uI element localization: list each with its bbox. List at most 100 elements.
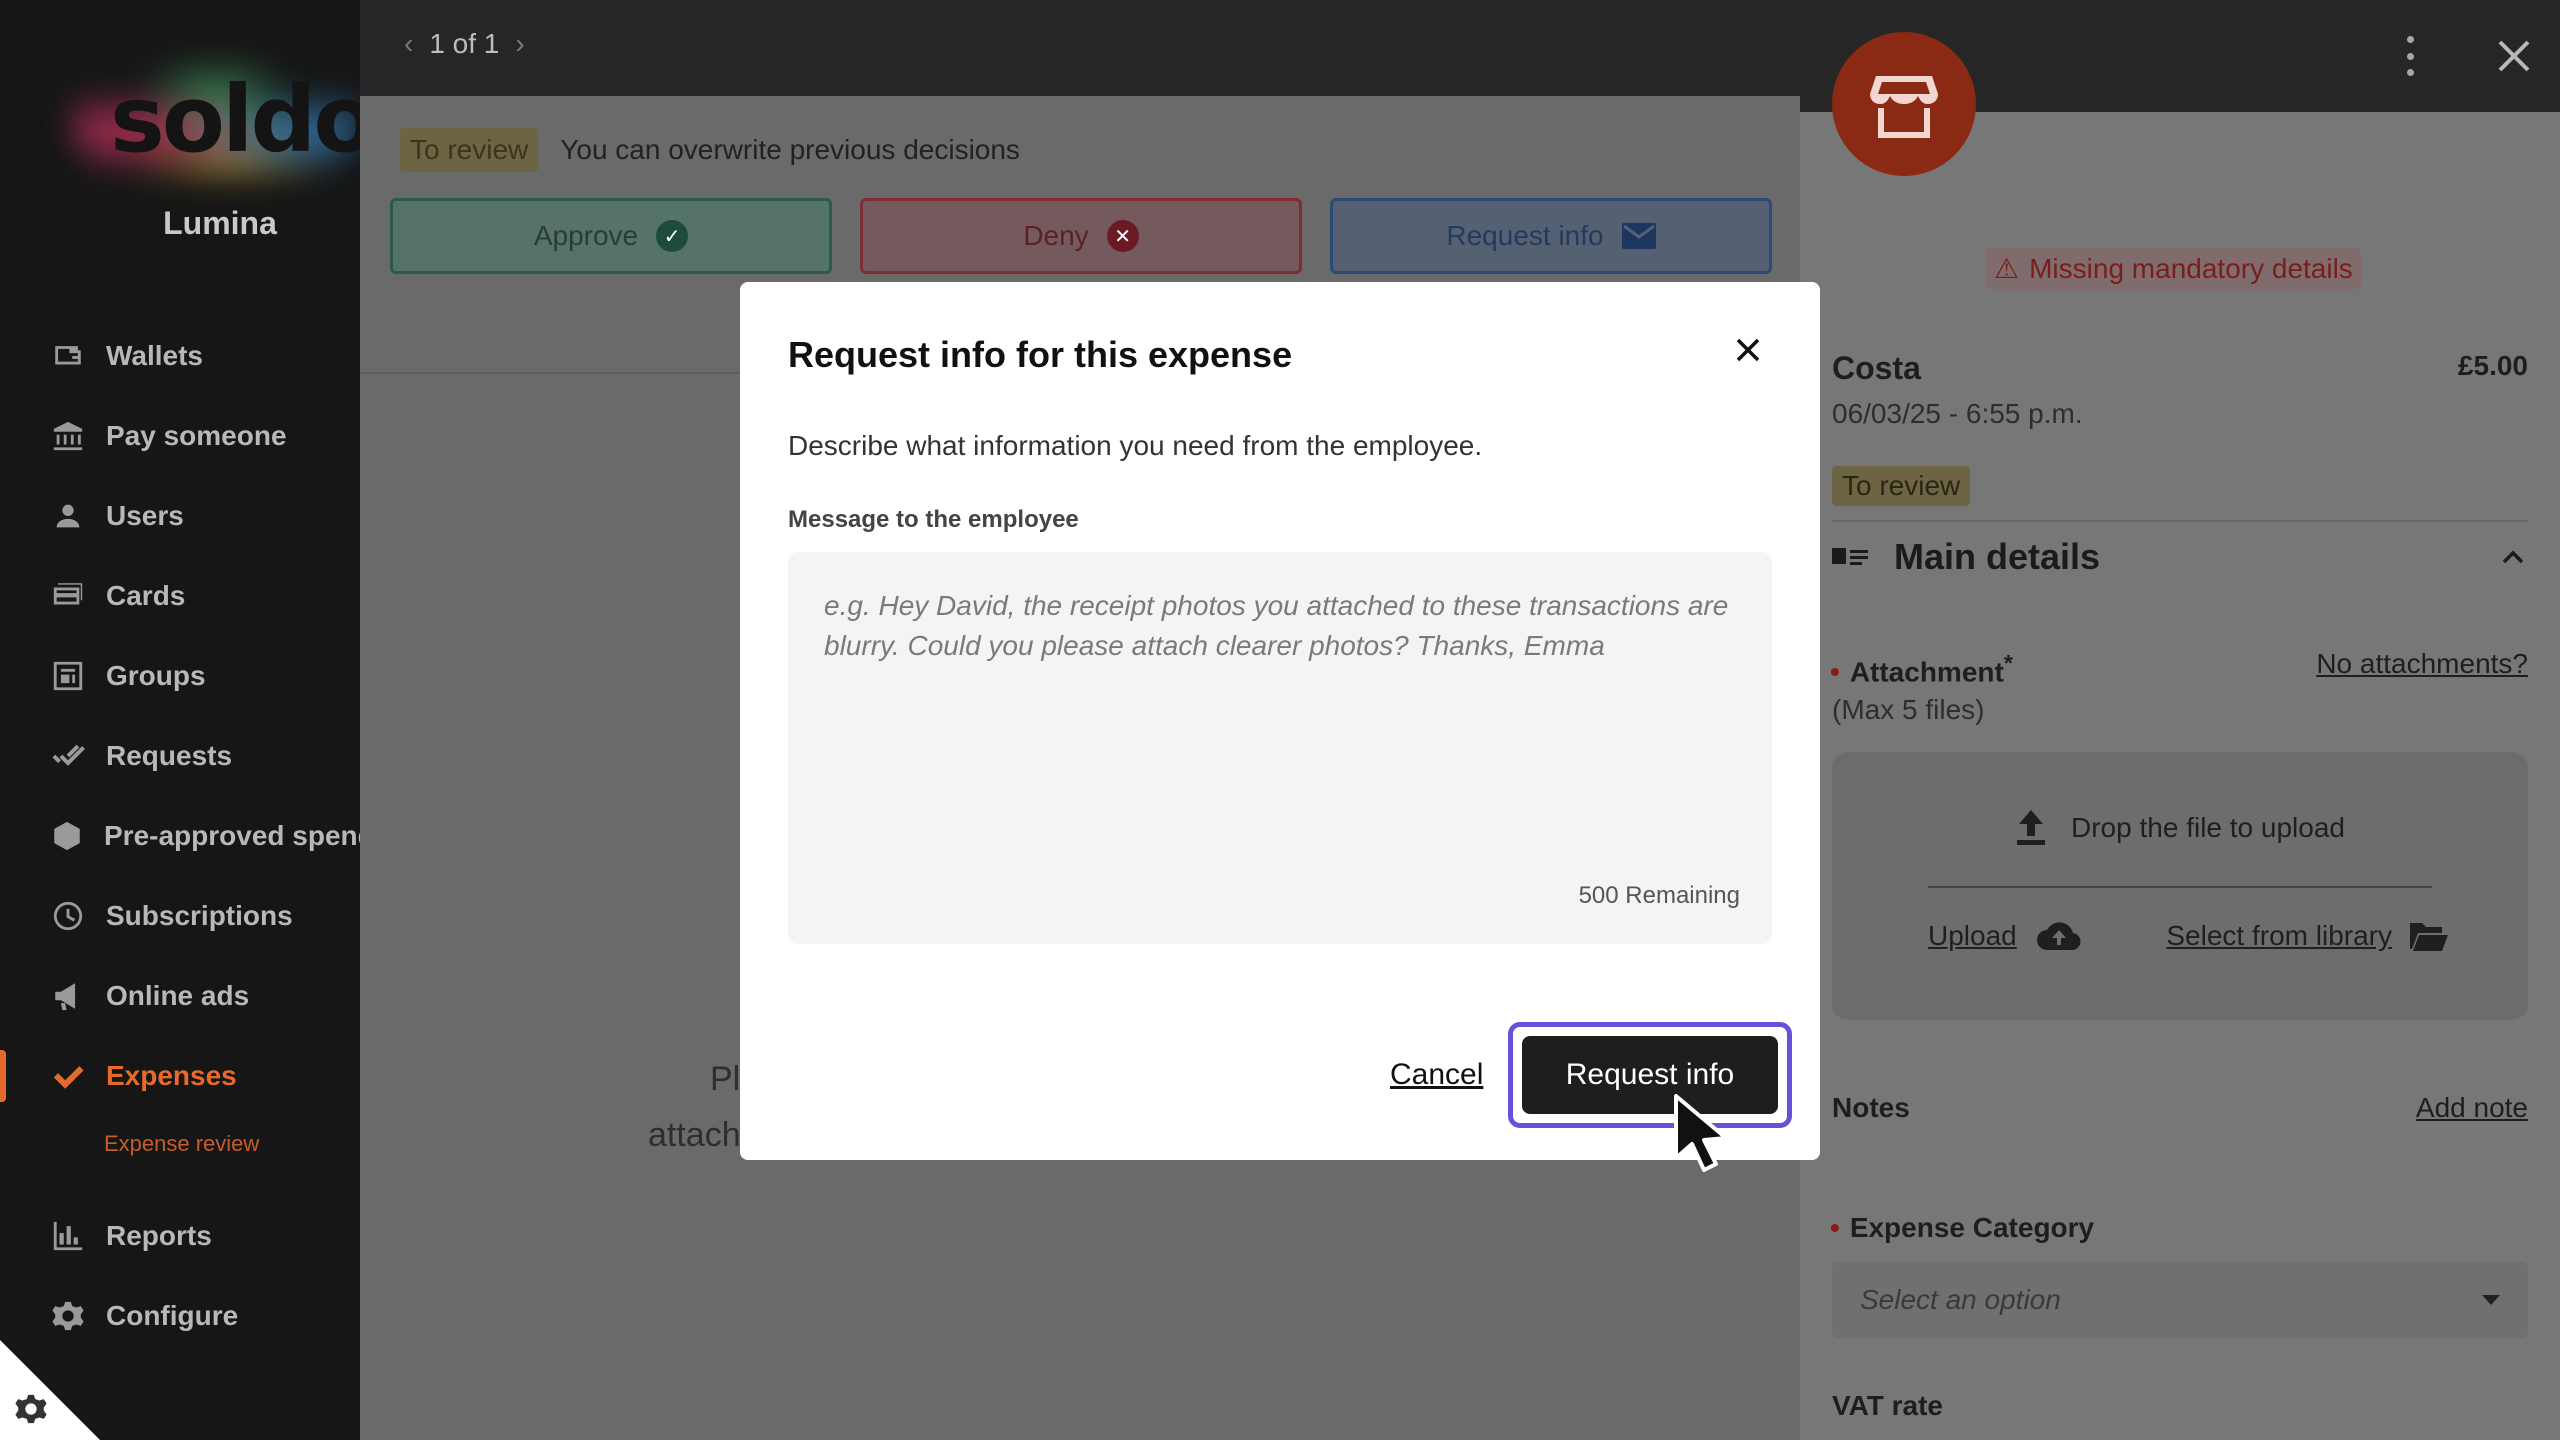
vat-rate-label: VAT rate [1832, 1390, 1943, 1421]
sidebar-item-label: Groups [106, 660, 206, 691]
bar-chart-icon [50, 1218, 86, 1254]
request-info-button[interactable]: Request info [1330, 198, 1772, 274]
sidebar-item-cards[interactable]: Cards [0, 556, 360, 636]
cloud-upload-icon [2036, 922, 2081, 951]
double-check-icon [50, 738, 86, 774]
upload-link[interactable]: Upload [1928, 920, 2017, 952]
expense-detail-panel: ⚠ Missing mandatory details Costa £5.00 … [1800, 0, 2560, 1440]
upload-arrow-icon [2017, 810, 2046, 845]
status-badge: To review [1832, 466, 1971, 506]
merchant-name: Costa [1832, 350, 1921, 386]
upload-button[interactable]: Upload [1928, 920, 2083, 952]
expense-category-label: • Expense Category [1830, 1212, 2094, 1244]
logo-text: soldo [110, 66, 377, 173]
sidebar-item-label: Pay someone [106, 420, 287, 451]
file-dropzone[interactable]: Drop the file to upload Upload Select fr… [1832, 752, 2528, 1020]
divider [1928, 886, 2432, 888]
upload-options: Upload Select from library [1928, 920, 2448, 952]
megaphone-icon [50, 978, 86, 1014]
add-note-link[interactable]: Add note [2416, 1092, 2528, 1124]
chevron-up-icon[interactable] [2498, 542, 2528, 572]
sidebar-item-label: Wallets [106, 340, 203, 371]
divider [1832, 520, 2528, 522]
sidebar-item-groups[interactable]: Groups [0, 636, 360, 716]
sidebar-item-reports[interactable]: Reports [0, 1196, 360, 1276]
select-placeholder: Select an option [1860, 1284, 2061, 1315]
deny-label: Deny [1023, 220, 1089, 251]
sidebar-item-label: Pre-approved spend [104, 820, 360, 851]
deny-button[interactable]: Deny ✕ [860, 198, 1302, 274]
status-note: You can overwrite previous decisions [560, 134, 1020, 165]
select-library-link[interactable]: Select from library [2166, 920, 2392, 952]
pager: ‹ 1 of 1 › [404, 28, 525, 60]
sidebar-item-label: Subscriptions [106, 900, 293, 931]
sidebar-subitem-expense-review[interactable]: Expense review [0, 1116, 360, 1172]
sidebar: soldo Lumina Wallets Pay someone Users C… [0, 0, 377, 1440]
dialog-title: Request info for this expense [788, 334, 1293, 375]
approve-button[interactable]: Approve ✓ [390, 198, 832, 274]
section-title: Main details [1894, 536, 2101, 577]
pager-text: 1 of 1 [429, 28, 500, 59]
required-dot: • [1830, 1212, 1840, 1243]
sidebar-item-users[interactable]: Users [0, 476, 360, 556]
approve-label: Approve [533, 220, 639, 251]
close-icon[interactable] [2492, 34, 2536, 78]
required-dot: • [1830, 656, 1840, 688]
no-attachments-link[interactable]: No attachments? [2316, 648, 2528, 680]
sidebar-item-online-ads[interactable]: Online ads [0, 956, 360, 1036]
sidebar-item-pay-someone[interactable]: Pay someone [0, 396, 360, 476]
groups-icon [50, 658, 86, 694]
top-bar: ‹ 1 of 1 › [360, 0, 1800, 96]
attachment-label-text: Attachment [1849, 656, 2004, 688]
settings-gear-icon[interactable] [14, 1392, 48, 1426]
chevron-left-icon[interactable]: ‹ [404, 28, 413, 60]
sidebar-item-label: Cards [106, 580, 186, 611]
select-library-button[interactable]: Select from library [2166, 920, 2448, 952]
sidebar-item-label: Requests [106, 740, 233, 771]
sidebar-item-requests[interactable]: Requests [0, 716, 360, 796]
expense-amount: £5.00 [2457, 350, 2528, 381]
obscured-text: attach [648, 1116, 741, 1154]
decision-actions: Approve ✓ Deny ✕ Request info [390, 198, 1772, 274]
mouse-cursor-icon [1674, 1094, 1728, 1172]
attachment-max: (Max 5 files) [1832, 694, 1985, 725]
caret-down-icon [2482, 1295, 2500, 1305]
drop-prompt: Drop the file to upload [1832, 810, 2528, 846]
expense-category-select[interactable]: Select an option [1832, 1262, 2528, 1338]
main-details-header[interactable]: Main details [1832, 536, 2528, 578]
missing-details-text: Missing mandatory details [2029, 252, 2353, 284]
sidebar-item-pre-approved-spend[interactable]: Pre-approved spend [0, 796, 360, 876]
cards-icon [50, 578, 86, 614]
id-card-icon [1832, 548, 1868, 565]
chevron-right-icon[interactable]: › [515, 28, 524, 60]
warning-icon: ⚠ [1994, 253, 2020, 284]
expense-category-text: Expense Category [1849, 1212, 2095, 1243]
more-options-icon[interactable] [2400, 36, 2420, 76]
obscured-text: Pl [710, 1060, 741, 1098]
sidebar-nav: Wallets Pay someone Users Cards Groups R… [0, 316, 360, 1356]
request-info-label: Request info [1446, 220, 1604, 251]
user-icon [50, 498, 86, 534]
mail-icon [1621, 223, 1656, 249]
attachment-label: • Attachment* [1830, 650, 2013, 688]
wallet-icon [50, 338, 86, 374]
bank-icon [50, 418, 86, 454]
dialog-close-icon[interactable] [1730, 332, 1766, 368]
check-circle-icon: ✓ [656, 220, 689, 252]
shop-icon [1870, 76, 1938, 138]
sidebar-item-expenses[interactable]: Expenses [0, 1036, 360, 1116]
cancel-button[interactable]: Cancel [1390, 1058, 1483, 1092]
shield-icon [50, 818, 84, 854]
sidebar-item-subscriptions[interactable]: Subscriptions [0, 876, 360, 956]
sidebar-item-label: Reports [106, 1220, 212, 1251]
check-icon [50, 1058, 86, 1094]
folder-open-icon [2410, 923, 2448, 951]
sidebar-item-wallets[interactable]: Wallets [0, 316, 360, 396]
missing-details-warning: ⚠ Missing mandatory details [1986, 248, 2361, 289]
dialog-description: Describe what information you need from … [788, 430, 1483, 461]
expense-datetime: 06/03/25 - 6:55 p.m. [1832, 398, 2083, 429]
sidebar-item-label: Configure [106, 1300, 239, 1331]
sidebar-item-configure[interactable]: Configure [0, 1276, 360, 1356]
sidebar-item-label: Expenses [106, 1060, 237, 1091]
soldo-logo: soldo [70, 60, 377, 180]
